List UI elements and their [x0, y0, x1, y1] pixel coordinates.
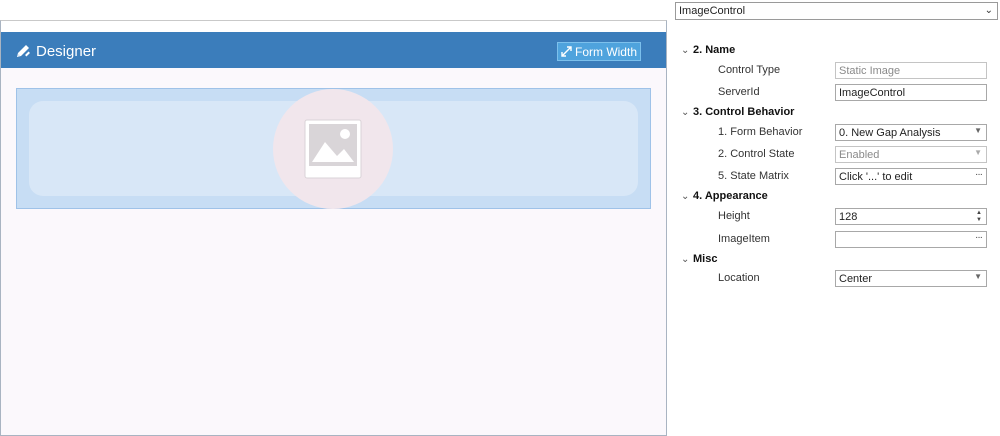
property-grid: ImageControl ⌄ ⌄ 2. Name Control Type St… [673, 0, 1000, 435]
ellipsis-button-icon[interactable]: ··· [975, 169, 983, 180]
designer-canvas: Designer Form Width [1, 32, 666, 435]
location-label: Location [718, 272, 760, 284]
category-label: Misc [693, 253, 718, 265]
control-type-text: Static Image [839, 64, 901, 77]
object-selector[interactable]: ImageControl ⌄ [675, 2, 998, 20]
location-select[interactable]: Center ▼ [835, 270, 987, 287]
collapse-chevron-icon: ⌄ [681, 44, 690, 56]
height-stepper[interactable]: 128 ▲ ▼ [835, 208, 987, 225]
collapse-chevron-icon: ⌄ [681, 253, 690, 265]
control-state-text: Enabled [839, 148, 880, 161]
control-state-label: 2. Control State [718, 148, 795, 160]
chevron-down-icon: ⌄ [984, 5, 993, 16]
designer-title: Designer [15, 41, 96, 61]
collapse-chevron-icon: ⌄ [681, 106, 690, 118]
dropdown-arrow-icon: ▼ [974, 126, 982, 135]
object-selector-value: ImageControl [679, 5, 746, 17]
category-misc[interactable]: ⌄ Misc [681, 251, 717, 267]
image-item-label: ImageItem [718, 233, 770, 245]
dropdown-arrow-icon: ▼ [974, 272, 982, 281]
control-type-label: Control Type [718, 64, 781, 76]
category-name[interactable]: ⌄ 2. Name [681, 42, 735, 58]
ellipsis-button-icon[interactable]: ··· [975, 232, 983, 243]
category-label: 2. Name [693, 44, 736, 56]
server-id-text: ImageControl [839, 86, 906, 99]
control-state-select[interactable]: Enabled ▼ [835, 146, 987, 163]
designer-header: Designer Form Width [1, 32, 666, 68]
category-control-behavior[interactable]: ⌄ 3. Control Behavior [681, 104, 794, 120]
state-matrix-text: Click '...' to edit [839, 170, 913, 183]
collapse-chevron-icon: ⌄ [681, 190, 690, 202]
spin-arrows-icon[interactable]: ▲ ▼ [975, 209, 983, 224]
expand-icon [561, 46, 572, 57]
form-width-label: Form Width [574, 44, 637, 59]
image-item-field[interactable]: ··· [835, 231, 987, 248]
server-id-label: ServerId [718, 86, 760, 98]
control-type-value: Static Image [835, 62, 987, 79]
state-matrix-field[interactable]: Click '...' to edit ··· [835, 168, 987, 185]
dropdown-arrow-icon: ▼ [974, 148, 982, 157]
location-text: Center [839, 272, 873, 285]
category-label: 3. Control Behavior [693, 106, 795, 118]
state-matrix-label: 5. State Matrix [718, 170, 789, 182]
image-control[interactable] [16, 88, 651, 209]
image-placeholder-icon [273, 89, 393, 209]
pencil-ruler-icon [15, 43, 31, 59]
form-behavior-select[interactable]: 0. New Gap Analysis ▼ [835, 124, 987, 141]
category-appearance[interactable]: ⌄ 4. Appearance [681, 188, 768, 204]
height-text: 128 [839, 210, 858, 223]
designer-title-text: Designer [36, 42, 97, 60]
server-id-field[interactable]: ImageControl [835, 84, 987, 101]
category-label: 4. Appearance [693, 190, 768, 202]
designer-frame: Designer Form Width [0, 20, 667, 436]
form-width-button[interactable]: Form Width [557, 42, 641, 61]
form-behavior-label: 1. Form Behavior [718, 126, 803, 138]
height-label: Height [718, 210, 750, 222]
form-behavior-text: 0. New Gap Analysis [839, 126, 941, 139]
top-strip [0, 0, 666, 21]
